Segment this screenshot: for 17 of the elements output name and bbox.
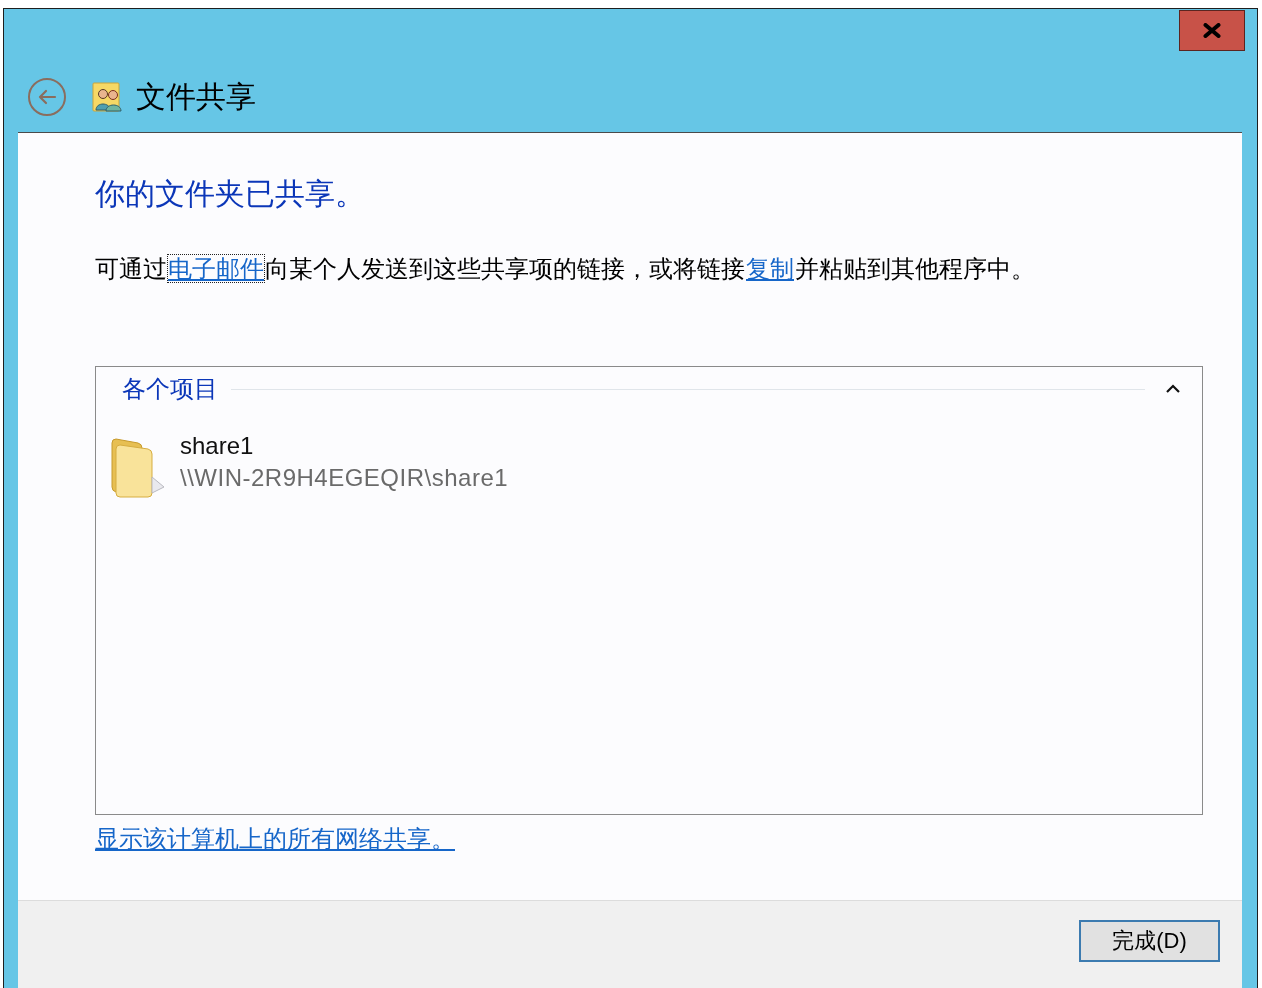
close-icon: [1203, 23, 1221, 38]
share-path: \\WIN-2R9H4EGEQIR\share1: [180, 463, 509, 493]
inline-link[interactable]: 电子邮件: [167, 254, 265, 283]
status-heading: 你的文件夹已共享。: [95, 176, 365, 212]
chevron-icon[interactable]: [1165, 384, 1181, 394]
inline-link[interactable]: 复制: [745, 254, 795, 283]
finish-button[interactable]: 完成(D): [1079, 920, 1220, 962]
show-all-shares-link[interactable]: 显示该计算机上的所有网络共享。: [95, 823, 455, 855]
folder-icon: [108, 437, 166, 499]
share-message: 可通过电子邮件向某个人发送到这些共享项的链接，或将链接复制并粘贴到其他程序中。: [95, 253, 1035, 285]
share-name: share1: [180, 431, 254, 461]
group-title: 各个项目: [122, 374, 218, 404]
back-button[interactable]: [28, 78, 66, 116]
back-arrow-icon: [37, 89, 57, 105]
close-button[interactable]: [1179, 10, 1245, 51]
users-icon: [92, 82, 122, 112]
window-title: 文件共享: [136, 79, 256, 115]
